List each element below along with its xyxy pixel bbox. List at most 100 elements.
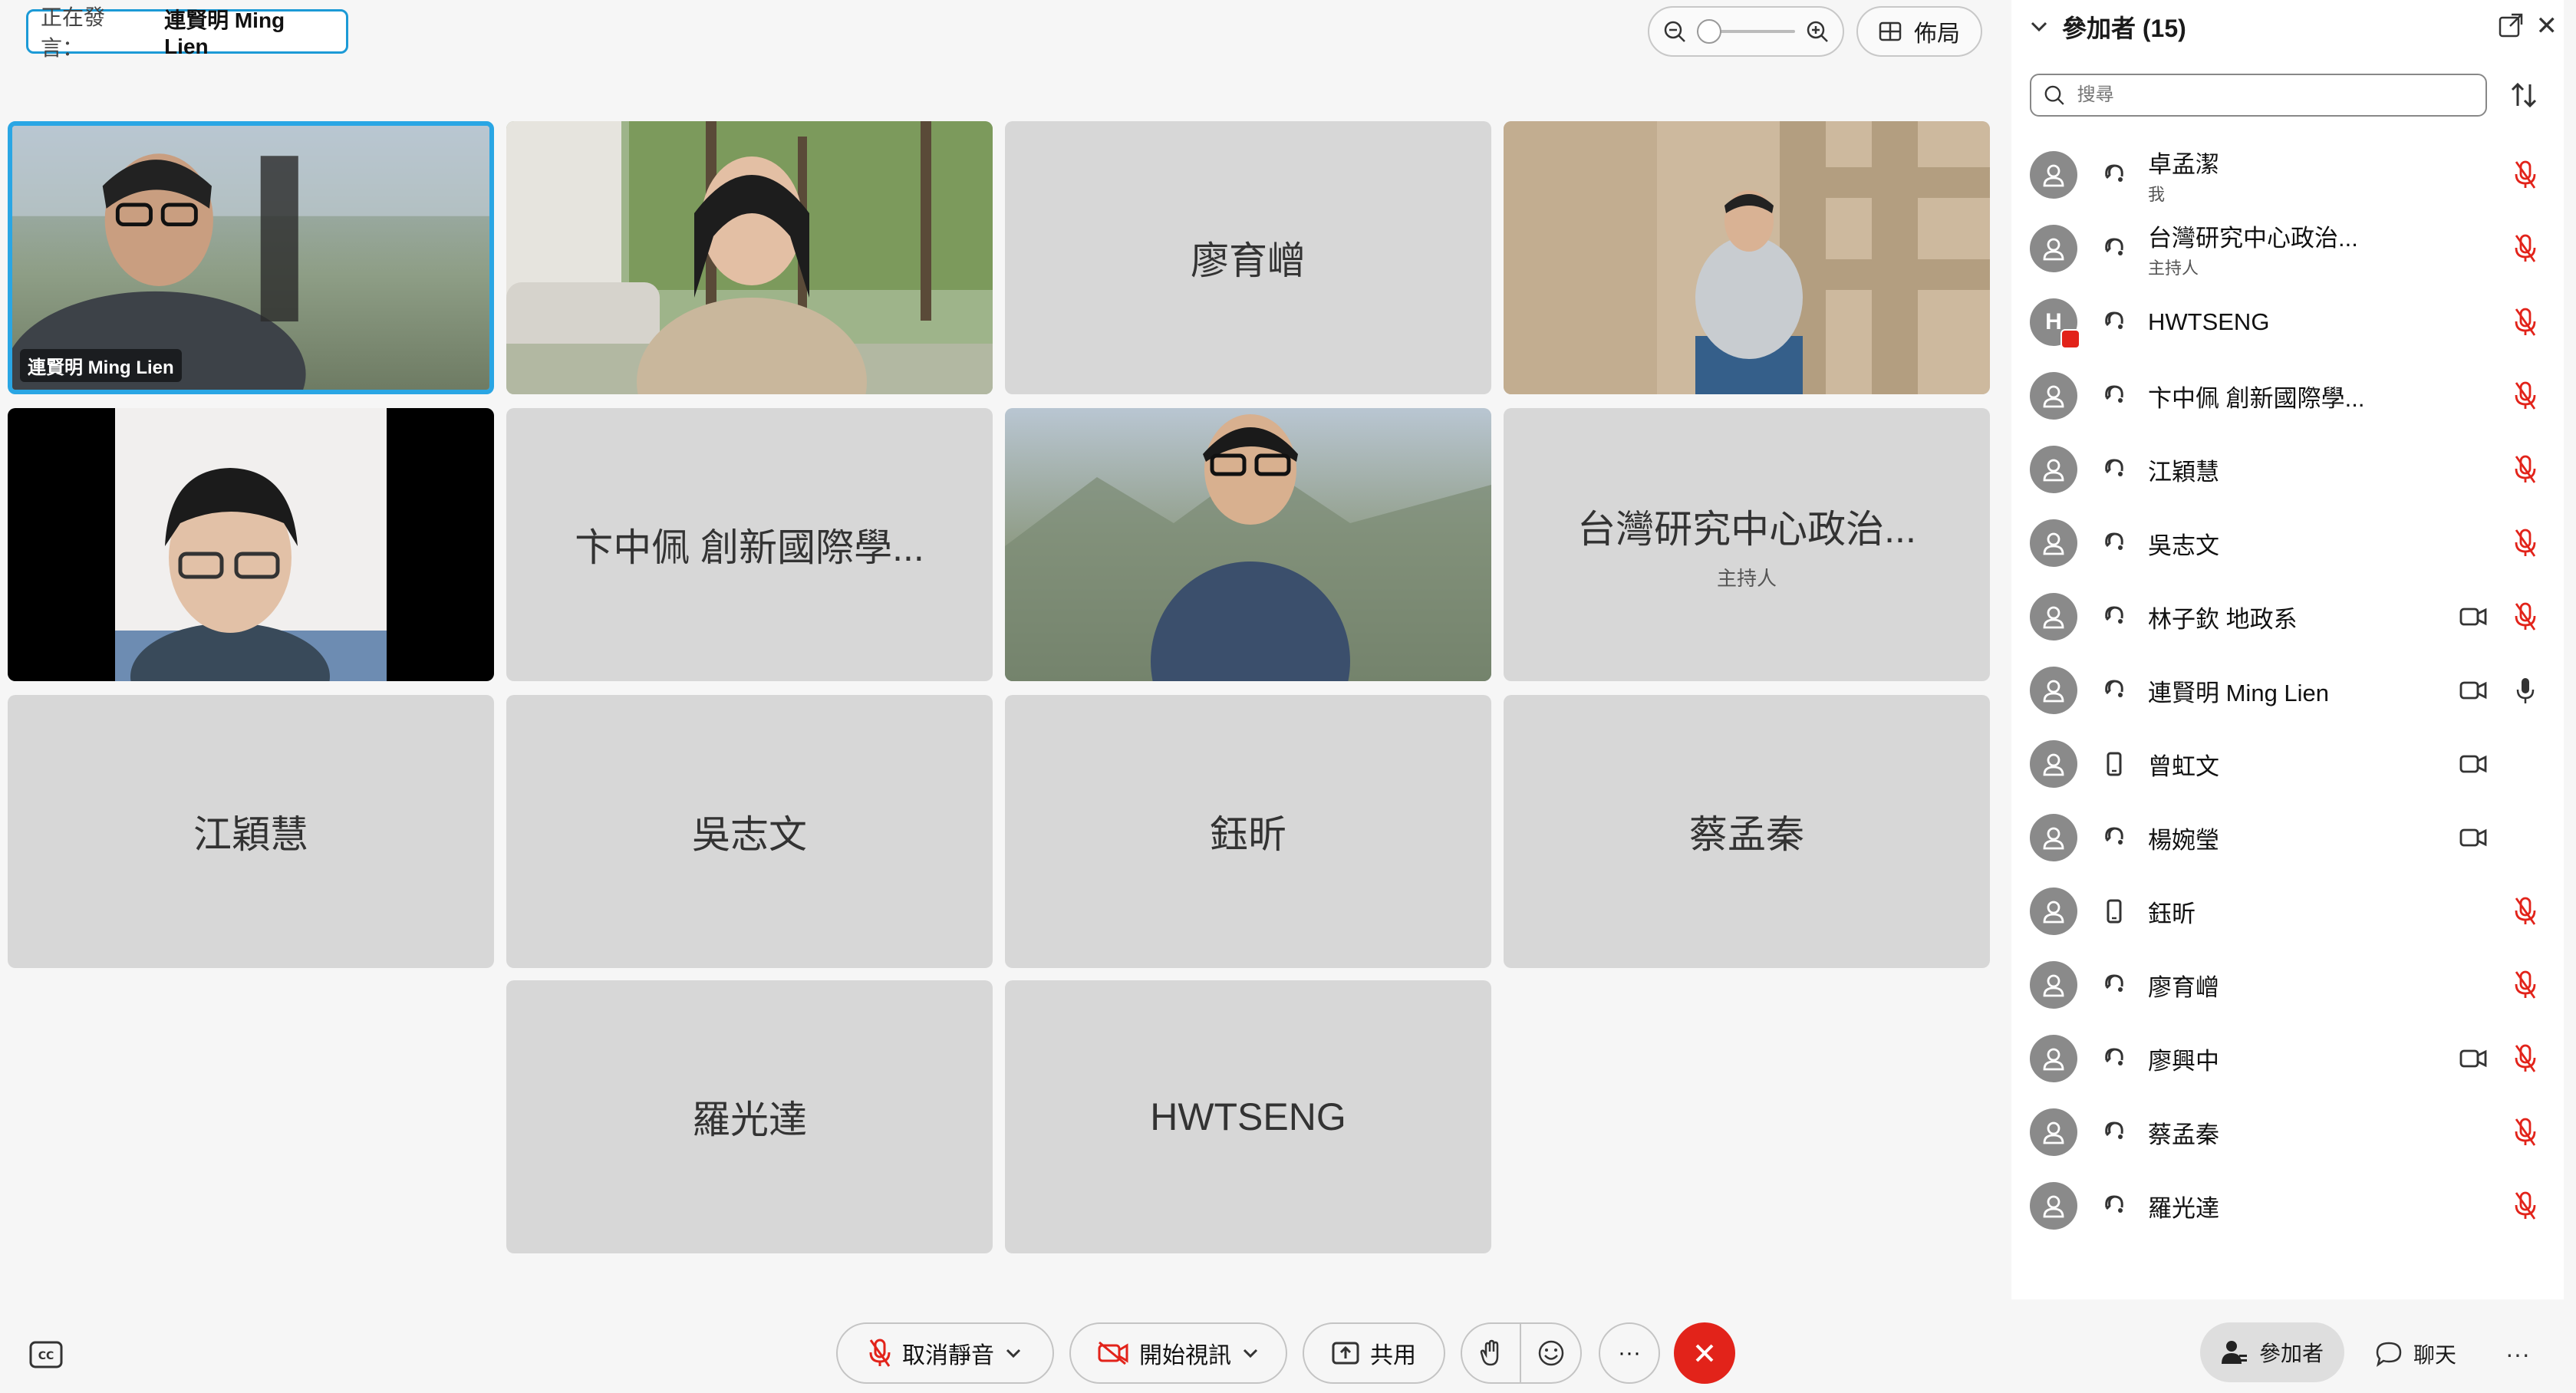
mic-muted-icon[interactable] bbox=[2512, 601, 2539, 632]
raise-hand-icon bbox=[1480, 1339, 1498, 1366]
layout-button[interactable]: 佈局 bbox=[1856, 6, 1982, 57]
video-tile[interactable]: 廖育嶒 bbox=[1005, 121, 1491, 394]
video-tile[interactable]: 江穎慧 bbox=[8, 695, 494, 968]
video-tile[interactable]: 卞中佩 創新國際學... bbox=[506, 408, 993, 681]
phone-icon bbox=[2107, 899, 2122, 924]
participant-row[interactable]: 廖興中 bbox=[2030, 1022, 2551, 1095]
video-tile[interactable] bbox=[1504, 121, 1990, 394]
participant-name: 台灣研究中心政治... bbox=[2148, 224, 2358, 252]
computer-audio-icon bbox=[2105, 827, 2123, 845]
mic-muted-icon[interactable] bbox=[2512, 380, 2539, 411]
computer-audio-icon bbox=[2105, 1195, 2123, 1213]
participant-video bbox=[1504, 121, 1990, 394]
mic-muted-icon[interactable] bbox=[2512, 307, 2539, 338]
video-tile[interactable]: 羅光達 bbox=[506, 980, 993, 1253]
video-tile[interactable]: 蔡孟秦 bbox=[1504, 695, 1990, 968]
reactions-button[interactable] bbox=[1521, 1324, 1580, 1382]
start-video-label: 開始視訊 bbox=[1139, 1343, 1231, 1368]
avatar bbox=[2030, 519, 2077, 567]
participant-name: 林子欽 地政系 bbox=[2148, 605, 2298, 633]
chevron-down-icon[interactable] bbox=[2030, 21, 2048, 33]
mic-muted-icon[interactable] bbox=[2512, 1190, 2539, 1221]
video-tile[interactable]: 連賢明 Ming Lien bbox=[8, 121, 494, 394]
share-button[interactable]: 共用 bbox=[1303, 1322, 1445, 1384]
participant-names: 曾虹文 bbox=[2148, 747, 2219, 782]
tile-name: 台灣研究中心政治... bbox=[1577, 507, 1916, 551]
sort-icon[interactable] bbox=[2508, 80, 2539, 110]
mic-muted-icon[interactable] bbox=[2512, 1117, 2539, 1148]
zoom-control[interactable] bbox=[1648, 6, 1844, 57]
overflow-menu-button[interactable]: ··· bbox=[2502, 1335, 2533, 1373]
share-icon bbox=[1332, 1342, 1359, 1365]
participant-row[interactable]: 羅光達 bbox=[2030, 1169, 2551, 1243]
person-icon bbox=[2043, 385, 2064, 408]
avatar bbox=[2030, 225, 2077, 272]
mic-muted-icon[interactable] bbox=[2512, 160, 2539, 190]
participant-row[interactable]: 連賢明 Ming Lien bbox=[2030, 654, 2551, 727]
participant-name: 連賢明 Ming Lien bbox=[2148, 679, 2330, 706]
participant-row[interactable]: 廖育嶒 bbox=[2030, 948, 2551, 1022]
search-input[interactable] bbox=[2077, 84, 2473, 106]
participant-row[interactable]: 卓孟潔我 bbox=[2030, 138, 2551, 212]
person-icon bbox=[2043, 753, 2064, 776]
participant-video bbox=[506, 121, 993, 394]
participants-panel: 參加者 (15) ✕ 卓孟潔我台灣研究中心政治... 主持人 H HWTSENG 卞中佩… bbox=[2011, 0, 2564, 1299]
participant-row[interactable]: 蔡孟秦 bbox=[2030, 1095, 2551, 1169]
person-icon bbox=[2043, 827, 2064, 850]
video-tile[interactable] bbox=[1005, 408, 1491, 681]
participants-button[interactable]: 參加者 bbox=[2200, 1322, 2344, 1382]
video-tile[interactable]: HWTSENG bbox=[1005, 980, 1491, 1253]
participants-label: 參加者 bbox=[2258, 1342, 2324, 1365]
start-video-button[interactable]: 開始視訊 bbox=[1069, 1322, 1287, 1384]
mic-muted-icon[interactable] bbox=[2512, 896, 2539, 927]
participant-row[interactable]: 楊婉瑩 bbox=[2030, 801, 2551, 874]
mic-muted-icon[interactable] bbox=[2512, 528, 2539, 558]
zoom-in-icon[interactable] bbox=[1806, 20, 1829, 43]
participant-row[interactable]: 江穎慧 bbox=[2030, 433, 2551, 506]
video-tile[interactable]: 鈺昕 bbox=[1005, 695, 1491, 968]
reactions-group bbox=[1461, 1322, 1582, 1384]
mic-muted-icon[interactable] bbox=[2512, 970, 2539, 1000]
participant-list: 卓孟潔我台灣研究中心政治... 主持人 H HWTSENG 卞中佩 創新國際學... 江穎… bbox=[2030, 138, 2551, 1243]
camera-icon bbox=[2459, 755, 2487, 773]
mic-muted-icon[interactable] bbox=[2512, 233, 2539, 264]
participant-row[interactable]: 台灣研究中心政治... 主持人 bbox=[2030, 212, 2551, 285]
chevron-down-icon[interactable] bbox=[1242, 1348, 1259, 1358]
close-icon[interactable]: ✕ bbox=[2536, 11, 2558, 41]
tile-name: 吳志文 bbox=[692, 813, 807, 856]
unmute-button[interactable]: 取消靜音 bbox=[836, 1322, 1054, 1384]
participant-row[interactable]: 曾虹文 bbox=[2030, 727, 2551, 801]
person-icon bbox=[2043, 680, 2064, 703]
mic-muted-icon[interactable] bbox=[2512, 454, 2539, 485]
video-tile[interactable] bbox=[8, 408, 494, 681]
popout-icon[interactable] bbox=[2498, 12, 2524, 38]
zoom-slider-knob[interactable] bbox=[1697, 19, 1721, 44]
speaker-name: 連賢明 Ming Lien bbox=[164, 8, 285, 58]
video-tile[interactable]: 吳志文 bbox=[506, 695, 993, 968]
raise-hand-button[interactable] bbox=[1462, 1324, 1522, 1382]
panel-header[interactable]: 參加者 (15) bbox=[2030, 8, 2186, 46]
participant-row[interactable]: 卞中佩 創新國際學... bbox=[2030, 359, 2551, 433]
zoom-out-icon[interactable] bbox=[1663, 20, 1686, 43]
video-tile[interactable] bbox=[506, 121, 993, 394]
leave-meeting-button[interactable] bbox=[1674, 1322, 1735, 1384]
captions-icon[interactable]: CC bbox=[29, 1341, 63, 1368]
avatar bbox=[2030, 372, 2077, 420]
participant-row[interactable]: 鈺昕 bbox=[2030, 874, 2551, 948]
participant-role: 我 bbox=[2148, 184, 2166, 204]
participant-row[interactable]: 吳志文 bbox=[2030, 506, 2551, 580]
video-tile[interactable]: 台灣研究中心政治... 主持人 bbox=[1504, 408, 1990, 681]
avatar: H bbox=[2030, 298, 2080, 349]
sharing-indicator-icon bbox=[2060, 329, 2080, 349]
zoom-slider[interactable] bbox=[1697, 19, 1795, 44]
participant-search[interactable] bbox=[2030, 74, 2487, 117]
chat-button[interactable]: 聊天 bbox=[2375, 1335, 2456, 1373]
more-options-button[interactable]: ··· bbox=[1599, 1322, 1660, 1384]
person-icon bbox=[2043, 606, 2064, 629]
participant-row[interactable]: 林子欽 地政系 bbox=[2030, 580, 2551, 654]
chevron-down-icon[interactable] bbox=[1005, 1348, 1022, 1358]
computer-audio-icon bbox=[2105, 1121, 2123, 1139]
mic-muted-icon[interactable] bbox=[2512, 1043, 2539, 1074]
participant-row[interactable]: H HWTSENG bbox=[2030, 285, 2551, 359]
more-icon: ··· bbox=[1618, 1340, 1641, 1365]
